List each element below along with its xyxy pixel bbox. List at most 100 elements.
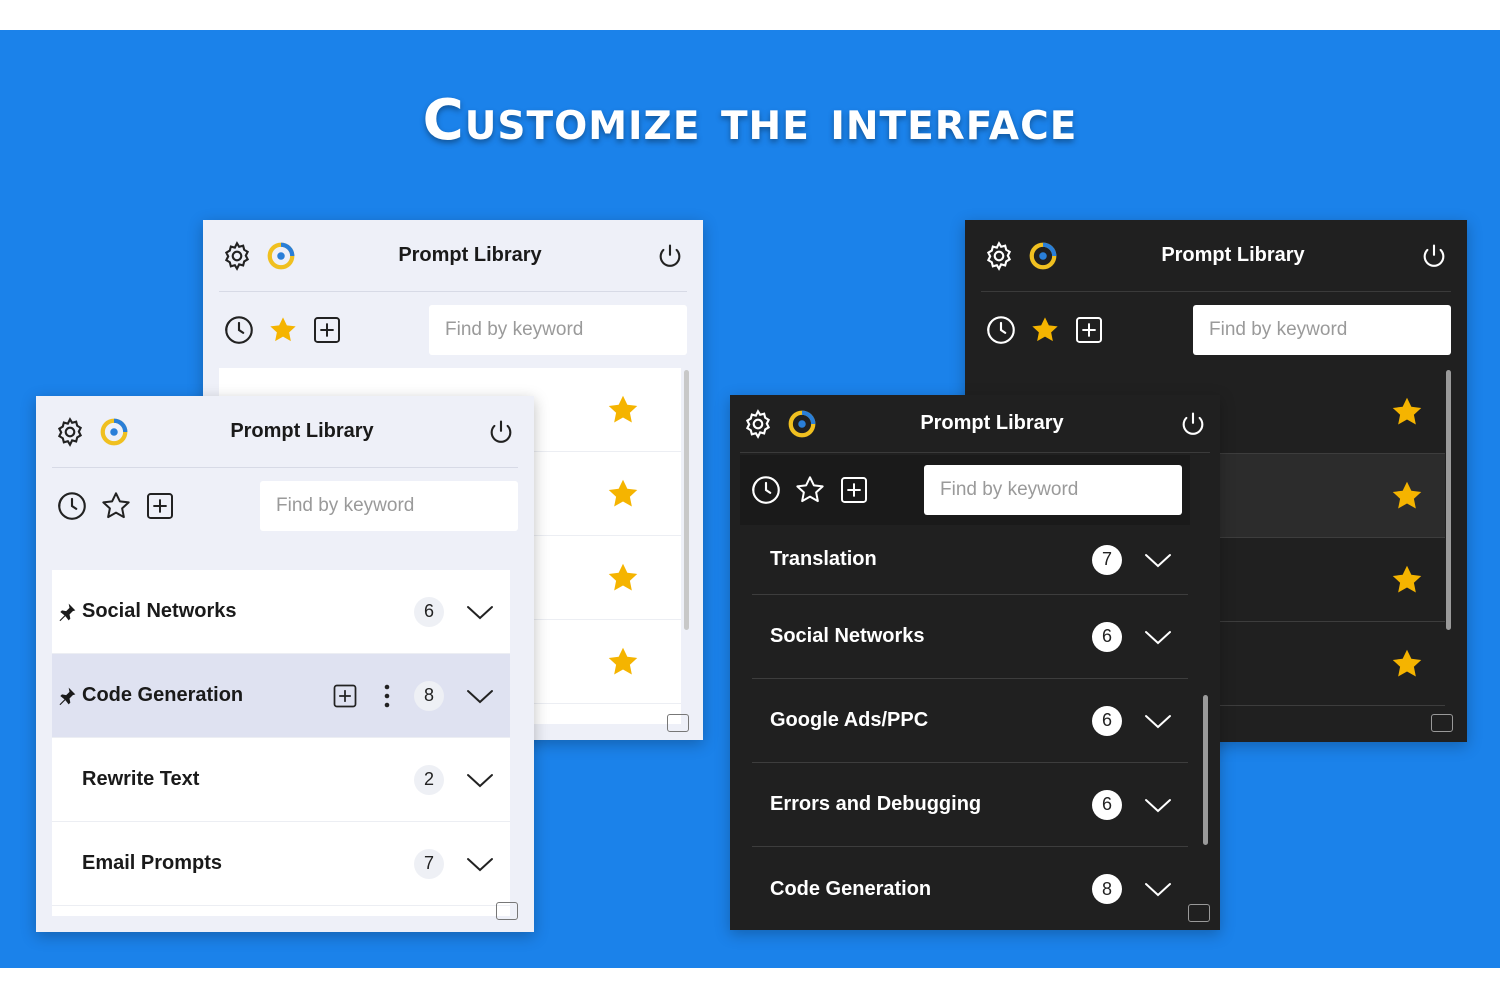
history-icon[interactable]	[52, 486, 92, 526]
add-to-category-icon[interactable]	[330, 681, 360, 711]
chevron-down-icon[interactable]	[464, 852, 496, 876]
category-row[interactable]: Code Generation 8	[52, 654, 510, 738]
light-front-panel: Prompt Library Social Networks 6	[36, 396, 534, 932]
toolbar	[981, 292, 1451, 368]
gear-icon[interactable]	[52, 414, 88, 450]
power-icon[interactable]	[1176, 407, 1210, 441]
gear-icon[interactable]	[740, 406, 776, 442]
favorites-star-icon[interactable]	[1025, 310, 1065, 350]
star-icon[interactable]	[1389, 478, 1425, 514]
count-badge: 6	[1092, 705, 1122, 736]
count-badge: 6	[1092, 789, 1122, 820]
star-icon[interactable]	[1389, 646, 1425, 682]
panel-header: Prompt Library	[52, 396, 518, 468]
chevron-down-icon[interactable]	[464, 768, 496, 792]
add-prompt-icon[interactable]	[834, 470, 874, 510]
category-row[interactable]: Google Ads/PPC 6	[752, 679, 1188, 763]
search-input[interactable]	[260, 481, 518, 531]
category-name: Code Generation	[82, 684, 244, 706]
favorites-star-outline-icon[interactable]	[96, 486, 136, 526]
chevron-down-icon[interactable]	[1142, 793, 1174, 817]
panel-title: Prompt Library	[1161, 244, 1305, 266]
favorites-star-outline-icon[interactable]	[790, 470, 830, 510]
count-badge: 8	[414, 680, 444, 711]
add-prompt-icon[interactable]	[1069, 310, 1109, 350]
star-icon[interactable]	[605, 560, 641, 596]
chevron-down-icon[interactable]	[1142, 709, 1174, 733]
resize-handle[interactable]	[667, 714, 689, 732]
gear-icon[interactable]	[981, 238, 1017, 274]
category-name: Code Generation	[770, 877, 932, 900]
toolbar	[740, 455, 1190, 525]
category-row[interactable]: Errors and Debugging 6	[752, 763, 1188, 847]
toolbar	[219, 292, 687, 368]
chevron-down-icon[interactable]	[464, 684, 496, 708]
category-row[interactable]: Translation 7	[752, 525, 1188, 595]
pin-icon[interactable]	[52, 602, 82, 622]
panel-header: Prompt Library	[740, 395, 1210, 453]
pin-icon[interactable]	[52, 686, 82, 706]
history-icon[interactable]	[219, 310, 259, 350]
category-row[interactable]: Rewrite Text 2	[52, 738, 510, 822]
category-name: Email Prompts	[82, 852, 223, 874]
chevron-down-icon[interactable]	[1142, 625, 1174, 649]
star-icon[interactable]	[1389, 562, 1425, 598]
logo-icon	[263, 238, 299, 274]
category-name: Google Ads/PPC	[770, 709, 929, 731]
star-icon[interactable]	[605, 476, 641, 512]
category-name: Translation	[770, 548, 877, 570]
panel-header: Prompt Library	[981, 220, 1451, 292]
power-icon[interactable]	[1417, 239, 1451, 273]
chevron-down-icon[interactable]	[464, 600, 496, 624]
panel-title: Prompt Library	[398, 244, 542, 266]
scrollbar[interactable]	[1446, 370, 1451, 630]
power-icon[interactable]	[484, 415, 518, 449]
category-row[interactable]: Social Networks 6	[52, 570, 510, 654]
history-icon[interactable]	[981, 310, 1021, 350]
add-prompt-icon[interactable]	[140, 486, 180, 526]
count-badge: 6	[1092, 621, 1122, 652]
banner: Customize the interface Prompt Library F…	[0, 30, 1500, 968]
category-name: Errors and Debugging	[770, 793, 982, 815]
resize-handle[interactable]	[1188, 904, 1210, 922]
count-badge: 7	[414, 848, 444, 879]
star-icon[interactable]	[605, 392, 641, 428]
more-options-icon[interactable]	[372, 681, 402, 711]
category-row[interactable]: Social Networks 6	[752, 595, 1188, 679]
search-input[interactable]	[1193, 305, 1451, 355]
headline: Customize the interface	[422, 88, 1078, 153]
logo-icon	[96, 414, 132, 450]
logo-icon	[784, 406, 820, 442]
category-name: Social Networks	[770, 625, 925, 647]
scrollbar[interactable]	[1203, 695, 1208, 845]
toolbar	[52, 468, 518, 544]
panel-title: Prompt Library	[920, 412, 1064, 434]
scrollbar[interactable]	[684, 370, 689, 630]
resize-handle[interactable]	[1431, 714, 1453, 732]
category-list: Social Networks 6 Code Generation 8 Rewr…	[52, 570, 510, 916]
category-list: Translation 7 Social Networks 6 Google A…	[740, 525, 1200, 920]
add-prompt-icon[interactable]	[307, 310, 347, 350]
count-badge: 8	[1092, 874, 1122, 904]
resize-handle[interactable]	[496, 902, 518, 920]
category-name: Rewrite Text	[82, 768, 200, 790]
category-row[interactable]: Code Generation 8	[752, 847, 1188, 920]
category-row[interactable]: Email Prompts 7	[52, 822, 510, 906]
count-badge: 7	[1092, 544, 1122, 575]
chevron-down-icon[interactable]	[1142, 877, 1174, 901]
chevron-down-icon[interactable]	[1142, 548, 1174, 572]
star-icon[interactable]	[605, 644, 641, 680]
category-name: Social Networks	[82, 600, 237, 622]
search-input[interactable]	[924, 465, 1182, 515]
dark-front-panel: Prompt Library Translation 7	[730, 395, 1220, 930]
logo-icon	[1025, 238, 1061, 274]
history-icon[interactable]	[746, 470, 786, 510]
panel-header: Prompt Library	[219, 220, 687, 292]
search-input[interactable]	[429, 305, 687, 355]
power-icon[interactable]	[653, 239, 687, 273]
star-icon[interactable]	[1389, 394, 1425, 430]
favorites-star-icon[interactable]	[263, 310, 303, 350]
panel-title: Prompt Library	[230, 420, 374, 442]
count-badge: 6	[414, 596, 444, 627]
gear-icon[interactable]	[219, 238, 255, 274]
